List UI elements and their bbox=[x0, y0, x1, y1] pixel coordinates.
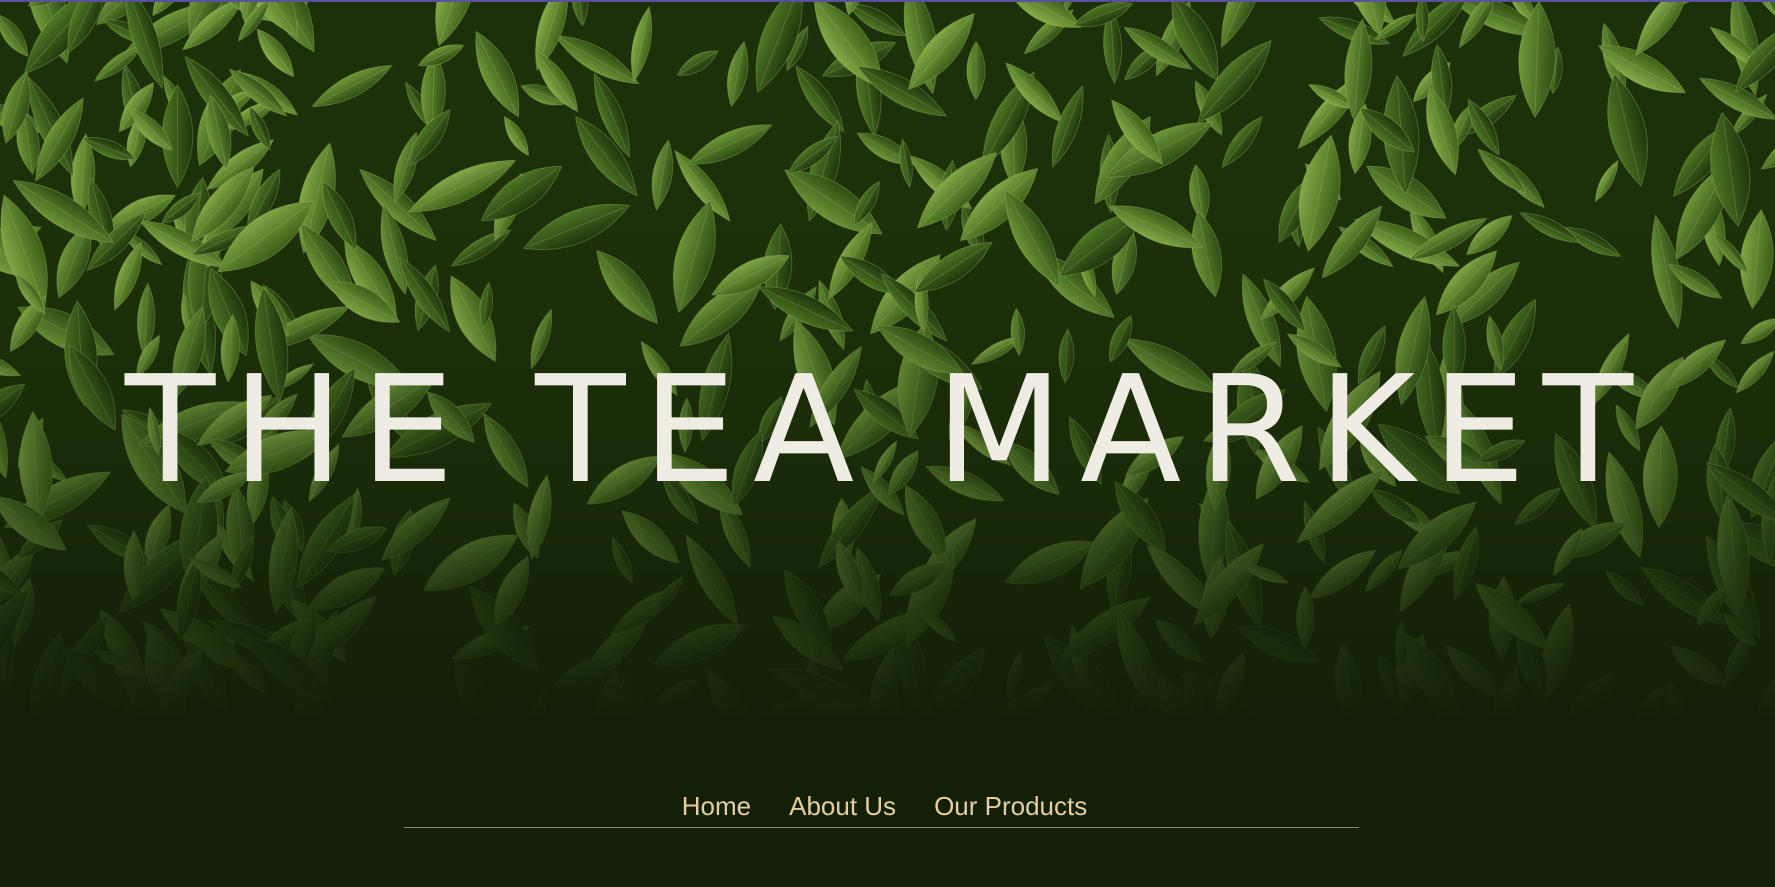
nav-link-our-products[interactable]: Our Products bbox=[934, 786, 1087, 826]
nav-link-home[interactable]: Home bbox=[682, 786, 751, 826]
main-navigation: Home About Us Our Products bbox=[404, 786, 1359, 828]
top-accent-line bbox=[0, 0, 1775, 2]
page: THE TEA MARKET Home About Us Our Product… bbox=[0, 0, 1775, 887]
site-title: THE TEA MARKET bbox=[124, 344, 1651, 516]
nav-link-about-us[interactable]: About Us bbox=[789, 786, 896, 826]
